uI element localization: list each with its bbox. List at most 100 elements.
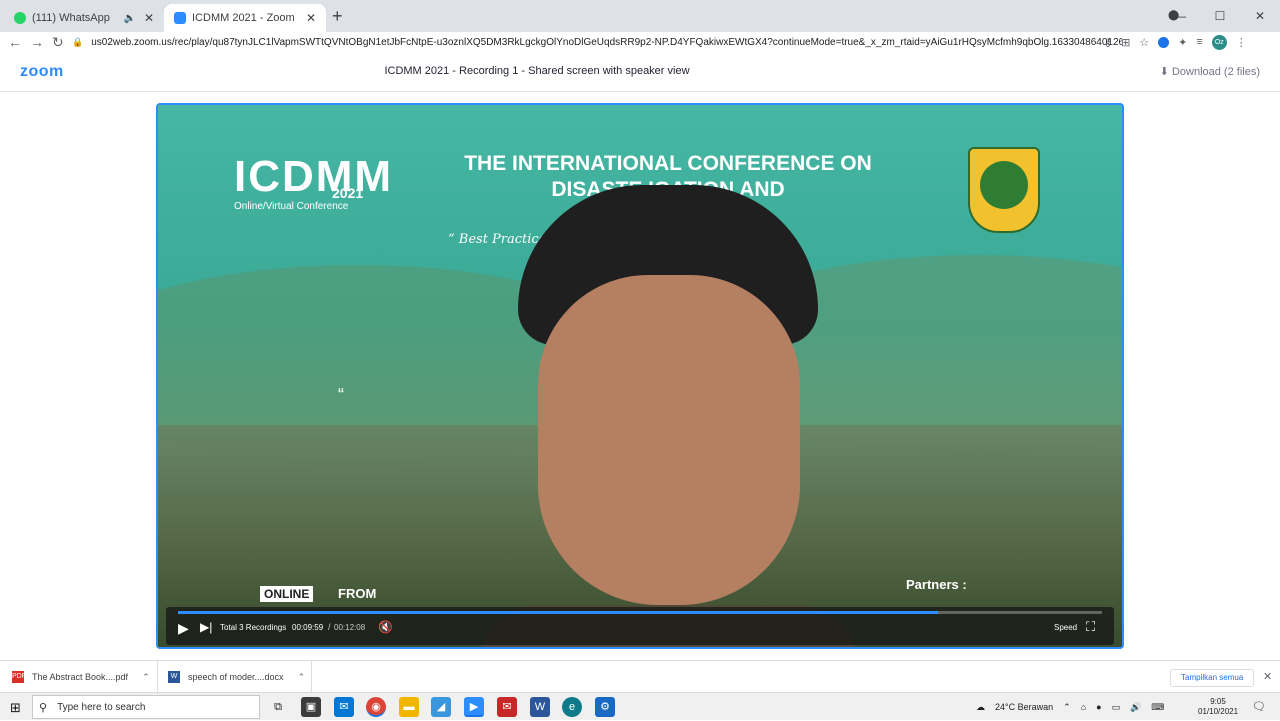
mail-icon[interactable]: ✉ xyxy=(334,697,354,717)
tab-whatsapp[interactable]: (111) WhatsApp 🔈 ✕ xyxy=(4,4,164,32)
download-label: Download (2 files) xyxy=(1171,66,1260,78)
extension-icon[interactable] xyxy=(1158,36,1170,48)
time-separator: / xyxy=(328,622,331,632)
duration: 00:12:08 xyxy=(334,623,366,632)
docx-icon: W xyxy=(168,671,180,683)
search-placeholder: Type here to search xyxy=(57,701,146,713)
chevron-up-icon[interactable]: ⌃ xyxy=(142,672,150,683)
forward-arrow-icon[interactable]: → xyxy=(30,32,44,52)
app-icon[interactable]: ◢ xyxy=(431,697,451,717)
puzzle-icon[interactable]: ✦ xyxy=(1178,36,1187,49)
from-text: FROM xyxy=(338,586,377,601)
browser-toolbar: ← → ↻ 🔒 us02web.zoom.us/rec/play/qu87tyn… xyxy=(0,32,1280,52)
maximize-button[interactable]: ☐ xyxy=(1200,9,1240,23)
edge-icon[interactable]: e xyxy=(562,697,582,717)
close-icon[interactable]: ✕ xyxy=(144,11,154,25)
chevron-up-icon[interactable]: ⌃ xyxy=(298,672,306,683)
download-item[interactable]: PDF The Abstract Book....pdf ⌃ xyxy=(0,661,158,693)
download-icon: ⬇ xyxy=(1159,66,1172,78)
window-controls: — ☐ ✕ xyxy=(1160,0,1280,32)
speaker-face xyxy=(538,275,800,605)
clock-time: 9:05 xyxy=(1210,697,1226,706)
next-recording-icon[interactable]: ▶| xyxy=(200,620,212,634)
windows-start-icon[interactable]: ⊞ xyxy=(10,700,21,716)
task-view-icon[interactable]: ⧉ xyxy=(268,697,288,717)
lock-icon[interactable]: 🔒 xyxy=(72,37,83,48)
speed-button[interactable]: Speed xyxy=(1054,623,1077,632)
menu-kebab-icon[interactable]: ⋮ xyxy=(1236,36,1247,49)
close-icon[interactable]: ✕ xyxy=(306,11,316,25)
regional-crest-logo xyxy=(968,147,1040,233)
weather-text[interactable]: 24°C Berawan xyxy=(995,702,1053,712)
total-recordings-button[interactable]: Total 3 Recordings xyxy=(220,623,286,632)
battery-icon[interactable]: ▭ xyxy=(1112,702,1121,713)
conference-title-line: THE INTERNATIONAL CONFERENCE ON xyxy=(464,152,872,175)
settings-app-icon[interactable]: ⚙ xyxy=(595,697,615,717)
taskbar-clock[interactable]: 9:05 01/10/2021 xyxy=(1198,697,1238,717)
fullscreen-icon[interactable]: ⛶ xyxy=(1086,619,1095,635)
download-shelf: PDF The Abstract Book....pdf ⌃ W speech … xyxy=(0,660,1280,693)
taskbar-search[interactable]: ⚲ Type here to search xyxy=(32,695,260,719)
download-filename: speech of moder....docx xyxy=(188,672,284,682)
extension-icons: ⚷ ⊞ ☆ ✦ ≡ Oz ⋮ xyxy=(1104,32,1247,52)
new-tab-button[interactable]: + xyxy=(332,7,343,25)
reading-list-icon[interactable]: ≡ xyxy=(1196,36,1202,48)
recording-title: ICDMM 2021 - Recording 1 - Shared screen… xyxy=(384,65,690,77)
tab-zoom[interactable]: ICDMM 2021 - Zoom ✕ xyxy=(164,4,326,32)
back-arrow-icon[interactable]: ← xyxy=(8,32,22,52)
key-icon[interactable]: ⚷ xyxy=(1104,36,1112,49)
notification-icon[interactable]: 🗨 xyxy=(1252,700,1266,713)
video-player[interactable]: ICDMM 2021 Online/Virtual Conference THE… xyxy=(156,103,1124,649)
show-all-button[interactable]: Tampilkan semua xyxy=(1170,669,1255,687)
bookmark-star-icon[interactable]: ☆ xyxy=(1139,36,1149,49)
browser-tab-strip: (111) WhatsApp 🔈 ✕ ICDMM 2021 - Zoom ✕ +… xyxy=(0,0,1280,32)
logo-subtitle: Online/Virtual Conference xyxy=(234,201,349,212)
search-icon: ⚲ xyxy=(39,701,48,714)
network-icon[interactable]: ⌂ xyxy=(1081,702,1086,712)
reload-icon[interactable]: ↻ xyxy=(52,32,64,52)
windows-taskbar: ⊞ ⚲ Type here to search ⧉ ▣ ✉ ◉ ▬ ◢ ▶ ✉ … xyxy=(0,692,1280,720)
progress-bar[interactable] xyxy=(178,611,1102,614)
quote-mark: “ xyxy=(338,385,344,405)
url-text: us02web.zoom.us/rec/play/qu87tynJLC1lVap… xyxy=(91,36,1122,48)
partners-label: Partners : xyxy=(906,577,967,592)
download-filename: The Abstract Book....pdf xyxy=(32,672,129,682)
tree-emblem-icon xyxy=(980,161,1028,209)
file-explorer-icon[interactable]: ▬ xyxy=(399,697,419,717)
whatsapp-icon xyxy=(14,12,26,24)
logo-text: ICDMM xyxy=(234,152,394,201)
profile-avatar[interactable]: Oz xyxy=(1211,34,1227,50)
system-tray: ☁ 24°C Berawan ⌃ ⌂ ● ▭ 🔊 ⌨ xyxy=(976,693,1164,721)
online-badge: ONLINE xyxy=(260,586,314,602)
chevron-up-icon[interactable]: ⌃ xyxy=(1063,702,1071,713)
minimize-button[interactable]: — xyxy=(1160,9,1200,23)
close-window-button[interactable]: ✕ xyxy=(1240,9,1280,23)
speaker-video xyxy=(478,185,858,647)
clock-date: 01/10/2021 xyxy=(1198,707,1239,716)
progress-fill xyxy=(178,611,939,614)
close-icon[interactable]: ✕ xyxy=(1263,670,1272,683)
zoom-icon xyxy=(174,12,186,24)
store-icon[interactable]: ▣ xyxy=(301,697,321,717)
translate-icon[interactable]: ⊞ xyxy=(1121,36,1130,49)
address-bar[interactable]: 🔒 us02web.zoom.us/rec/play/qu87tynJLC1lV… xyxy=(72,32,1122,52)
player-controls: ▶ ▶| Total 3 Recordings 00:09:59 / 00:12… xyxy=(166,607,1114,645)
chrome-icon[interactable]: ◉ xyxy=(366,697,386,717)
weather-icon[interactable]: ☁ xyxy=(976,702,985,713)
zoom-header: zoom ICDMM 2021 - Recording 1 - Shared s… xyxy=(0,52,1280,92)
word-icon[interactable]: W xyxy=(530,697,550,717)
microphone-icon[interactable]: ● xyxy=(1096,702,1101,712)
mute-icon[interactable]: 🔇 xyxy=(378,620,393,634)
zoom-app-icon[interactable]: ▶ xyxy=(464,697,484,717)
download-item[interactable]: W speech of moder....docx ⌃ xyxy=(158,661,312,693)
download-button[interactable]: ⬇ Download (2 files) xyxy=(1160,65,1260,78)
speaker-icon[interactable]: 🔈 xyxy=(123,13,135,24)
play-icon[interactable]: ▶ xyxy=(178,620,189,637)
current-time: 00:09:59 xyxy=(292,623,324,632)
pdf-reader-icon[interactable]: ✉ xyxy=(497,697,517,717)
icdmm-logo: ICDMM 2021 Online/Virtual Conference xyxy=(234,152,394,213)
logo-year: 2021 xyxy=(332,185,364,201)
keyboard-icon[interactable]: ⌨ xyxy=(1151,702,1164,713)
volume-icon[interactable]: 🔊 xyxy=(1130,702,1141,713)
tab-title: ICDMM 2021 - Zoom xyxy=(192,12,295,24)
